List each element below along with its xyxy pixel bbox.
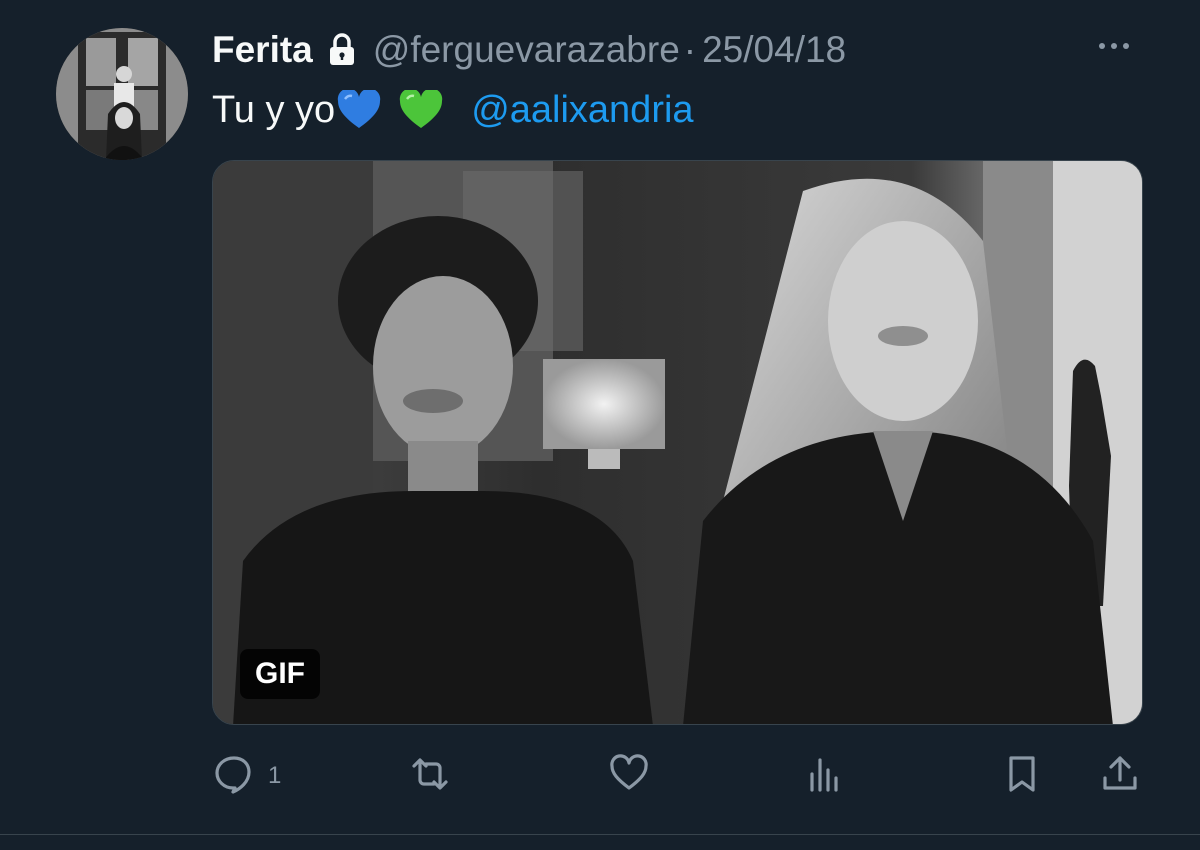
reply-icon [212,752,256,801]
share-icon [1098,752,1142,801]
like-icon [607,752,651,801]
retweet-icon [408,752,452,801]
blue-heart-icon [337,88,381,130]
handle[interactable]: @ferguevarazabre [373,29,680,71]
more-options-icon[interactable] [1094,34,1134,58]
tweet-text: Tu y yo @aalixandria [212,82,694,138]
gif-frame [213,161,1142,724]
tweet[interactable]: Ferita @ferguevarazabre · 25/04/18 Tu y … [0,0,1200,850]
gif-badge: GIF [240,649,320,699]
display-name[interactable]: Ferita [212,29,313,71]
lock-icon [327,33,357,67]
avatar[interactable] [56,28,188,160]
bookmark-button[interactable] [1000,748,1044,804]
tweet-header: Ferita @ferguevarazabre · 25/04/18 [212,22,846,78]
bookmark-icon [1000,752,1044,801]
tweet-date[interactable]: 25/04/18 [702,29,846,71]
mention-link[interactable]: @aalixandria [471,82,693,138]
gif-media[interactable]: GIF [212,160,1143,725]
retweet-button[interactable] [408,748,464,804]
views-icon [803,752,847,801]
like-button[interactable] [607,748,663,804]
share-button[interactable] [1098,748,1142,804]
tweet-text-body: Tu y yo [212,89,336,131]
reply-count: 1 [268,762,282,789]
tweet-actions: 1 [212,748,1143,808]
views-button[interactable] [803,748,859,804]
green-heart-icon [399,88,443,130]
divider [0,834,1200,835]
reply-button[interactable]: 1 [212,748,281,804]
separator-dot: · [683,29,697,70]
